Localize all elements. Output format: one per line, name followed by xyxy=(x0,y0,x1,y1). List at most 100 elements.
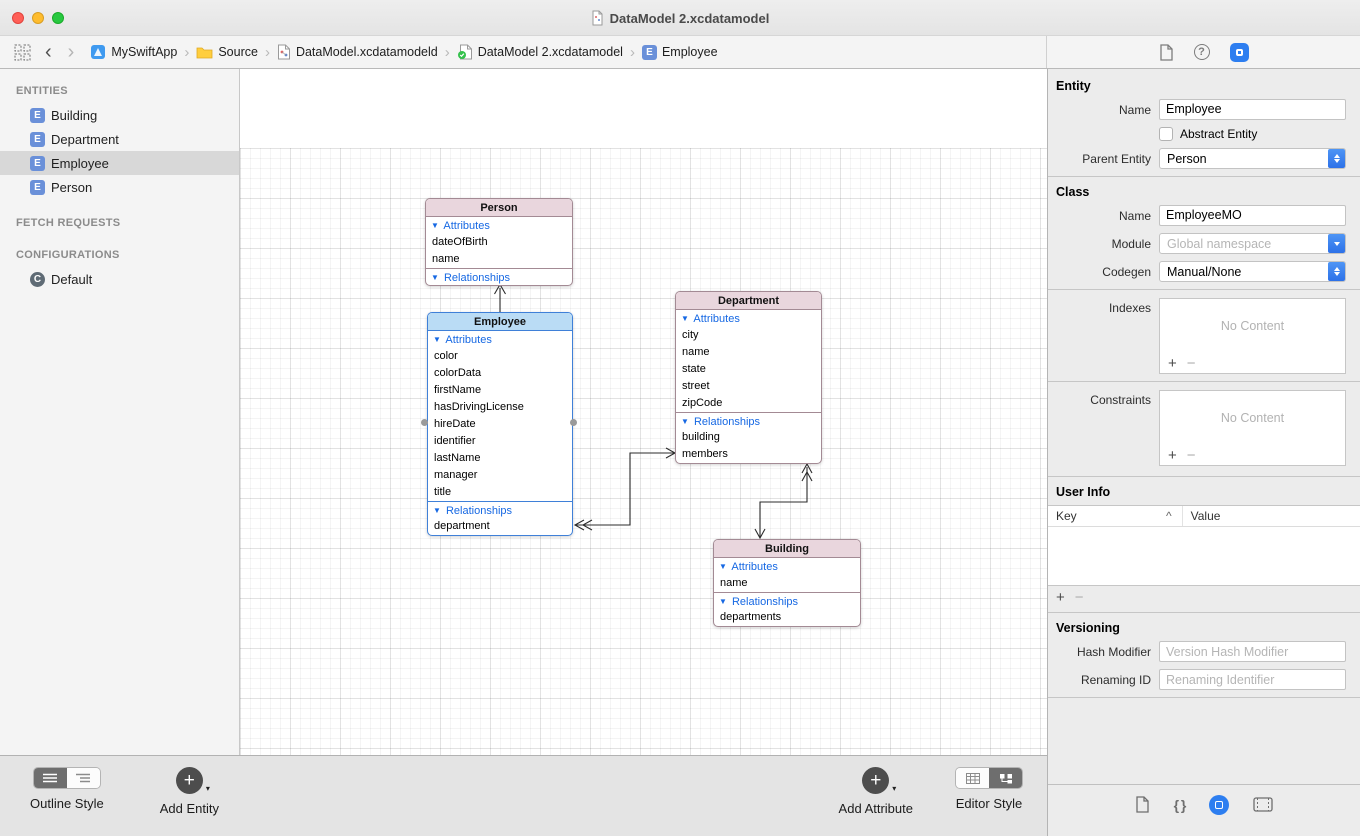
codegen-popup[interactable]: Manual/None xyxy=(1159,261,1346,282)
dropdown-triangle-icon: ▾ xyxy=(206,784,210,793)
attribute-row[interactable]: hireDate xyxy=(428,416,572,433)
outline-style-hierarchical-button[interactable] xyxy=(67,768,100,788)
outline-style-flat-button[interactable] xyxy=(34,768,67,788)
renaming-id-field[interactable] xyxy=(1159,669,1346,690)
attribute-row[interactable]: lastName xyxy=(428,450,572,467)
media-library-icon[interactable] xyxy=(1253,797,1273,812)
attributes-section-header[interactable]: ▼ Attributes xyxy=(426,217,572,234)
entity-title[interactable]: Building xyxy=(714,540,860,558)
zoom-window-button[interactable] xyxy=(52,12,64,24)
attribute-row[interactable]: state xyxy=(676,361,821,378)
attribute-row[interactable]: identifier xyxy=(428,433,572,450)
hierarchical-list-icon xyxy=(76,773,90,783)
selection-handle-left[interactable] xyxy=(421,419,428,426)
sidebar-item-building[interactable]: E Building xyxy=(0,103,239,127)
document-proxy-icon[interactable] xyxy=(591,10,604,26)
disclosure-triangle-icon: ▼ xyxy=(431,273,439,282)
remove-index-button[interactable]: − xyxy=(1187,355,1196,372)
entity-title[interactable]: Employee xyxy=(428,313,572,331)
breadcrumb-project[interactable]: MySwiftApp xyxy=(90,44,177,60)
navigate-back-button[interactable]: ‹ xyxy=(45,42,52,62)
crumb-separator: › xyxy=(184,44,189,61)
indexes-table[interactable]: No Content + − xyxy=(1159,298,1346,374)
attribute-row[interactable]: firstName xyxy=(428,382,572,399)
data-model-inspector-icon[interactable] xyxy=(1230,43,1249,62)
close-window-button[interactable] xyxy=(12,12,24,24)
breadcrumb-group[interactable]: Source xyxy=(196,45,258,59)
attribute-row[interactable]: city xyxy=(676,327,821,344)
attribute-row[interactable]: dateOfBirth xyxy=(426,234,572,251)
relationships-section-header[interactable]: ▼ Relationships xyxy=(428,501,572,518)
entity-box-building[interactable]: Building ▼ Attributes name ▼ Relationshi… xyxy=(713,539,861,627)
editor-style-graph-button[interactable] xyxy=(989,768,1022,788)
entity-box-person[interactable]: Person ▼ Attributes dateOfBirth name ▼ R… xyxy=(425,198,573,286)
hash-modifier-field[interactable] xyxy=(1159,641,1346,662)
attribute-row[interactable]: name xyxy=(676,344,821,361)
related-items-icon[interactable] xyxy=(14,44,31,61)
relationship-row[interactable]: departments xyxy=(714,609,860,626)
attribute-row[interactable]: manager xyxy=(428,467,572,484)
entity-name-field[interactable]: Employee xyxy=(1159,99,1346,120)
class-name-field[interactable]: EmployeeMO xyxy=(1159,205,1346,226)
model-graph-canvas[interactable]: Person ▼ Attributes dateOfBirth name ▼ R… xyxy=(240,69,1047,755)
breadcrumb-model-container[interactable]: DataModel.xcdatamodeld xyxy=(277,44,438,60)
attribute-row[interactable]: street xyxy=(676,378,821,395)
sidebar-item-department[interactable]: E Department xyxy=(0,127,239,151)
attributes-section-header[interactable]: ▼ Attributes xyxy=(714,558,860,575)
user-info-table-body[interactable] xyxy=(1048,527,1360,585)
navigate-forward-button[interactable]: › xyxy=(68,42,75,62)
attribute-row[interactable]: hasDrivingLicense xyxy=(428,399,572,416)
relationship-row[interactable]: members xyxy=(676,446,821,463)
add-user-info-button[interactable]: + xyxy=(1056,589,1065,606)
entity-box-employee[interactable]: Employee ▼ Attributes color colorData fi… xyxy=(427,312,573,536)
relationships-section-header[interactable]: ▼ Relationships xyxy=(426,268,572,285)
disclosure-triangle-icon: ▼ xyxy=(433,335,441,344)
relationship-row[interactable]: building xyxy=(676,429,821,446)
entity-section-header: Entity xyxy=(1048,69,1360,99)
attribute-row[interactable]: name xyxy=(714,575,860,592)
code-snippet-library-icon[interactable]: { } xyxy=(1174,797,1186,813)
attributes-section-header[interactable]: ▼ Attributes xyxy=(676,310,821,327)
attribute-row[interactable]: name xyxy=(426,251,572,268)
attribute-row[interactable]: zipCode xyxy=(676,395,821,412)
editor-style-table-button[interactable] xyxy=(956,768,989,788)
abstract-entity-checkbox[interactable] xyxy=(1159,127,1173,141)
sort-ascending-icon[interactable]: ^ xyxy=(1166,509,1172,523)
remove-user-info-button[interactable]: − xyxy=(1075,589,1084,606)
sidebar-item-person[interactable]: E Person xyxy=(0,175,239,199)
user-info-key-column-header[interactable]: Key xyxy=(1048,509,1166,523)
attribute-row[interactable]: color xyxy=(428,348,572,365)
constraints-table[interactable]: No Content + − xyxy=(1159,390,1346,466)
add-entity-button[interactable]: + ▾ xyxy=(176,767,203,794)
parent-entity-popup[interactable]: Person xyxy=(1159,148,1346,169)
entity-badge-icon: E xyxy=(30,108,45,123)
sidebar-item-default-configuration[interactable]: C Default xyxy=(0,267,239,291)
attribute-row[interactable]: title xyxy=(428,484,572,501)
minimize-window-button[interactable] xyxy=(32,12,44,24)
object-library-icon[interactable] xyxy=(1209,795,1229,815)
module-combobox[interactable]: Global namespace xyxy=(1159,233,1346,254)
datamodel-current-version-icon xyxy=(457,44,473,60)
file-inspector-icon[interactable] xyxy=(1159,44,1174,61)
entity-title[interactable]: Person xyxy=(426,199,572,217)
entity-box-department[interactable]: Department ▼ Attributes city name state … xyxy=(675,291,822,464)
user-info-value-column-header[interactable]: Value xyxy=(1182,506,1360,526)
add-index-button[interactable]: + xyxy=(1168,355,1177,372)
add-attribute-button[interactable]: + ▾ xyxy=(862,767,889,794)
relationships-section-header[interactable]: ▼ Relationships xyxy=(676,412,821,429)
codegen-label: Codegen xyxy=(1056,265,1151,279)
versioning-section-header: Versioning xyxy=(1048,619,1360,641)
quick-help-inspector-icon[interactable]: ? xyxy=(1194,44,1210,60)
sidebar-item-employee[interactable]: E Employee xyxy=(0,151,239,175)
entity-title[interactable]: Department xyxy=(676,292,821,310)
breadcrumb-entity[interactable]: E Employee xyxy=(642,45,718,60)
selection-handle-right[interactable] xyxy=(570,419,577,426)
remove-constraint-button[interactable]: − xyxy=(1187,447,1196,464)
breadcrumb-model-version[interactable]: DataModel 2.xcdatamodel xyxy=(457,44,623,60)
relationships-section-header[interactable]: ▼ Relationships xyxy=(714,592,860,609)
file-template-library-icon[interactable] xyxy=(1135,796,1150,813)
add-constraint-button[interactable]: + xyxy=(1168,447,1177,464)
attribute-row[interactable]: colorData xyxy=(428,365,572,382)
attributes-section-header[interactable]: ▼ Attributes xyxy=(428,331,572,348)
relationship-row[interactable]: department xyxy=(428,518,572,535)
